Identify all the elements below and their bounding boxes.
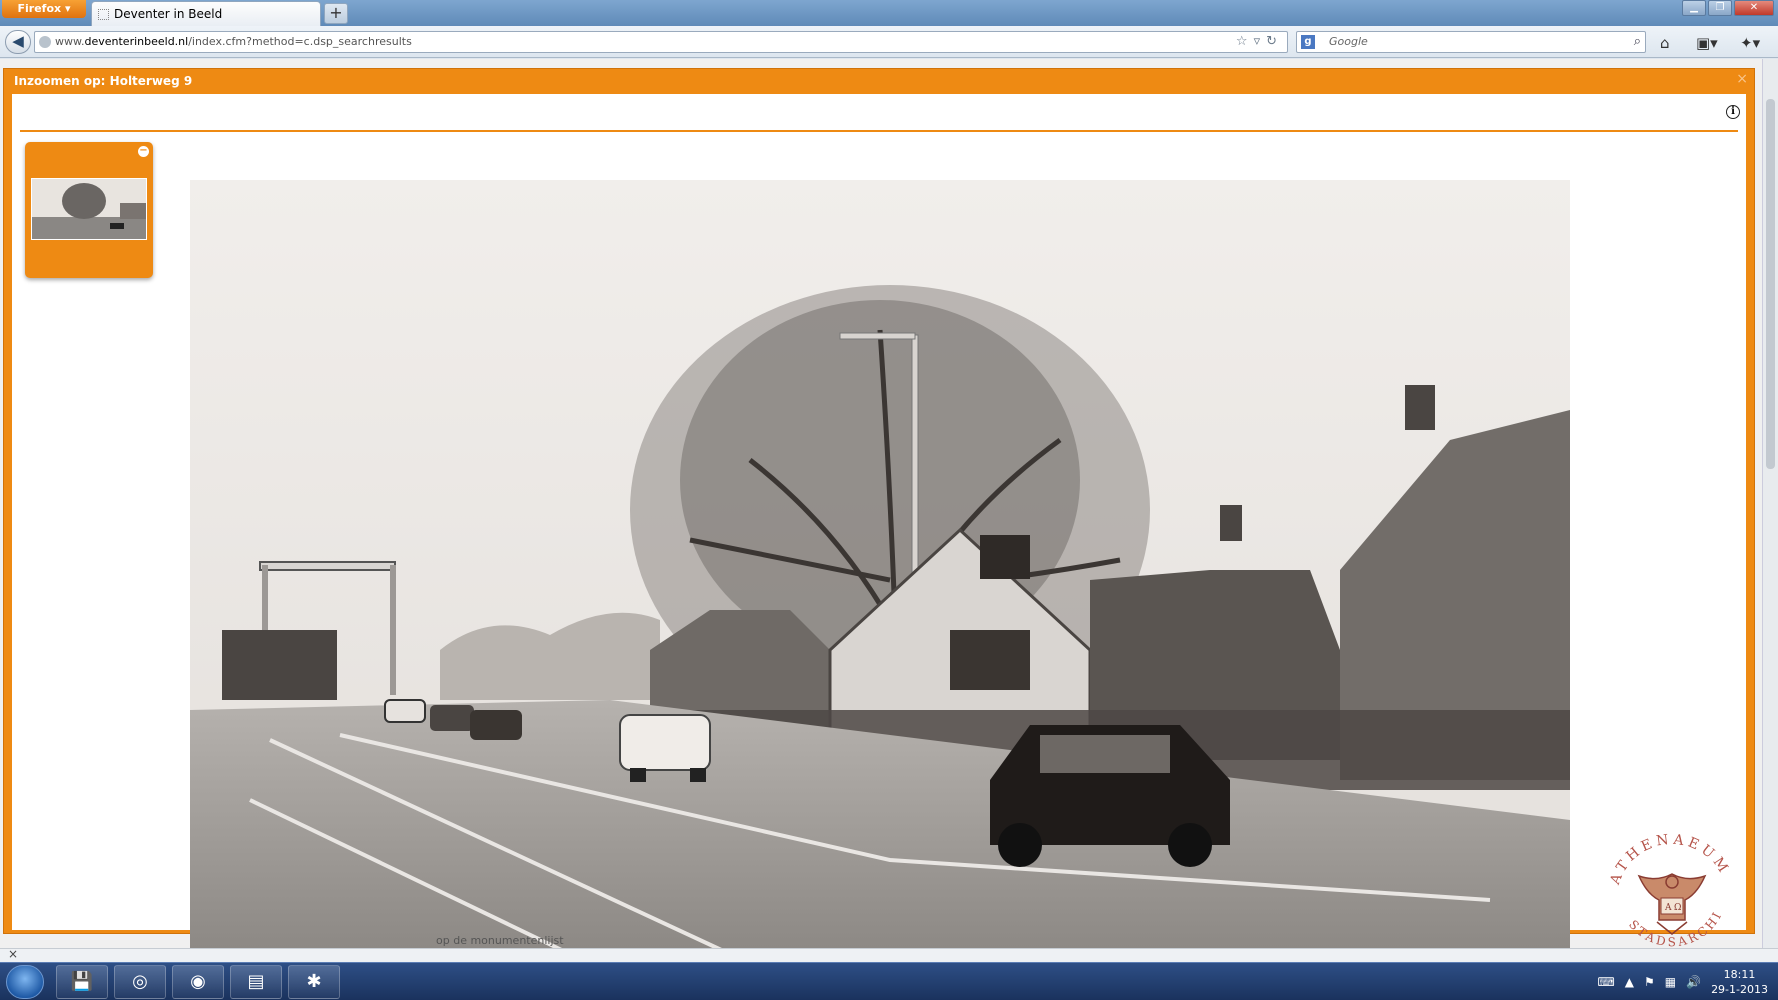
window-controls: ▁ ❐ ✕ [1682,0,1774,18]
bookmarks-icon[interactable]: ▣▾ [1696,34,1718,52]
windows-taskbar: 💾 ◎ ◉ ▤ ✱ ⌨ ▲ ⚑ ▦ 🔊 18:11 29-1-2013 [0,962,1778,1000]
start-button[interactable] [6,965,44,999]
page-icon [98,9,109,20]
show-hidden-icons-icon[interactable]: ▲ [1625,975,1634,989]
zoomed-photograph[interactable] [190,180,1570,954]
clock-time: 18:11 [1723,968,1756,981]
collapse-icon[interactable]: − [138,146,149,157]
browser-statusbar: × [0,947,1778,962]
clock-date: 29-1-2013 [1711,983,1768,996]
back-button[interactable]: ◀ [5,30,31,54]
taskbar-clock[interactable]: 18:11 29-1-2013 [1711,967,1768,997]
flag-icon[interactable]: ⚑ [1644,975,1655,989]
firefox-taskbar-icon[interactable]: ◉ [172,965,224,999]
url-domain: deventerinbeeld.nl [84,35,189,48]
minimize-button[interactable]: ▁ [1682,0,1706,16]
volume-icon[interactable]: 🔊 [1686,975,1701,989]
close-window-button[interactable]: ✕ [1734,0,1774,16]
window-titlebar: Firefox ▾ Deventer in Beeld + ▁ ❐ ✕ [0,0,1778,26]
red-app-icon[interactable]: ✱ [288,965,340,999]
background-page-link[interactable]: op de monumentenlijst [436,934,564,947]
info-icon[interactable]: i [1726,105,1740,119]
green-app-icon[interactable]: ◎ [114,965,166,999]
reload-icon[interactable]: ↻ [1266,34,1283,49]
system-tray: ⌨ ▲ ⚑ ▦ 🔊 18:11 29-1-2013 [1597,963,1768,1000]
title-divider [20,130,1738,132]
page-scrollbar[interactable] [1762,59,1778,950]
lightbox-close-icon[interactable]: × [1736,71,1748,87]
firefox-menu-label: Firefox [17,2,62,15]
address-bar[interactable]: www.deventerinbeeld.nl/index.cfm?method=… [34,31,1288,53]
url-path: /index.cfm?method=c.dsp_searchresults [188,35,412,48]
explorer-folder-icon[interactable]: ▤ [230,965,282,999]
search-magnifier-icon[interactable]: ⌕ [1634,32,1641,52]
browser-tab[interactable]: Deventer in Beeld [91,1,321,26]
url-actions: ☆▿↻ [1236,32,1283,52]
bookmark-star-icon[interactable]: ☆ [1236,34,1254,49]
maximize-button[interactable]: ❐ [1708,0,1732,16]
tab-title: Deventer in Beeld [114,7,223,21]
seal-omega: Ω [1674,903,1681,913]
firefox-menu-button[interactable]: Firefox ▾ [2,0,86,18]
url-prefix: www. [55,35,85,48]
scrollbar-thumb[interactable] [1766,99,1775,469]
seal-alpha: Α [1664,903,1672,913]
new-tab-button[interactable]: + [324,3,348,24]
home-icon[interactable]: ⌂ [1660,34,1670,52]
lightbox-title: Inzoomen op: Holterweg 9 [14,74,193,88]
eagle-icon [1637,873,1707,921]
close-addon-bar-icon[interactable]: × [8,947,18,961]
addon-icon[interactable]: ✦▾ [1740,34,1760,52]
thumbnail-card[interactable]: − [25,142,153,278]
save-app-icon[interactable]: 💾 [56,965,108,999]
site-identity-icon[interactable] [39,36,51,48]
navigation-toolbar: ◀ www.deventerinbeeld.nl/index.cfm?metho… [0,26,1778,58]
keyboard-icon[interactable]: ⌨ [1597,975,1614,989]
search-placeholder: Google [1329,35,1368,48]
network-icon[interactable]: ▦ [1665,975,1676,989]
search-bar[interactable]: g Google ⌕ [1296,31,1646,53]
history-dropdown-icon[interactable]: ▿ [1254,34,1267,49]
search-engine-icon[interactable]: g [1301,35,1315,49]
zoom-lightbox: Inzoomen op: Holterweg 9 × i − ATHENAEUM… [3,68,1755,997]
thumbnail-image[interactable] [31,178,147,240]
